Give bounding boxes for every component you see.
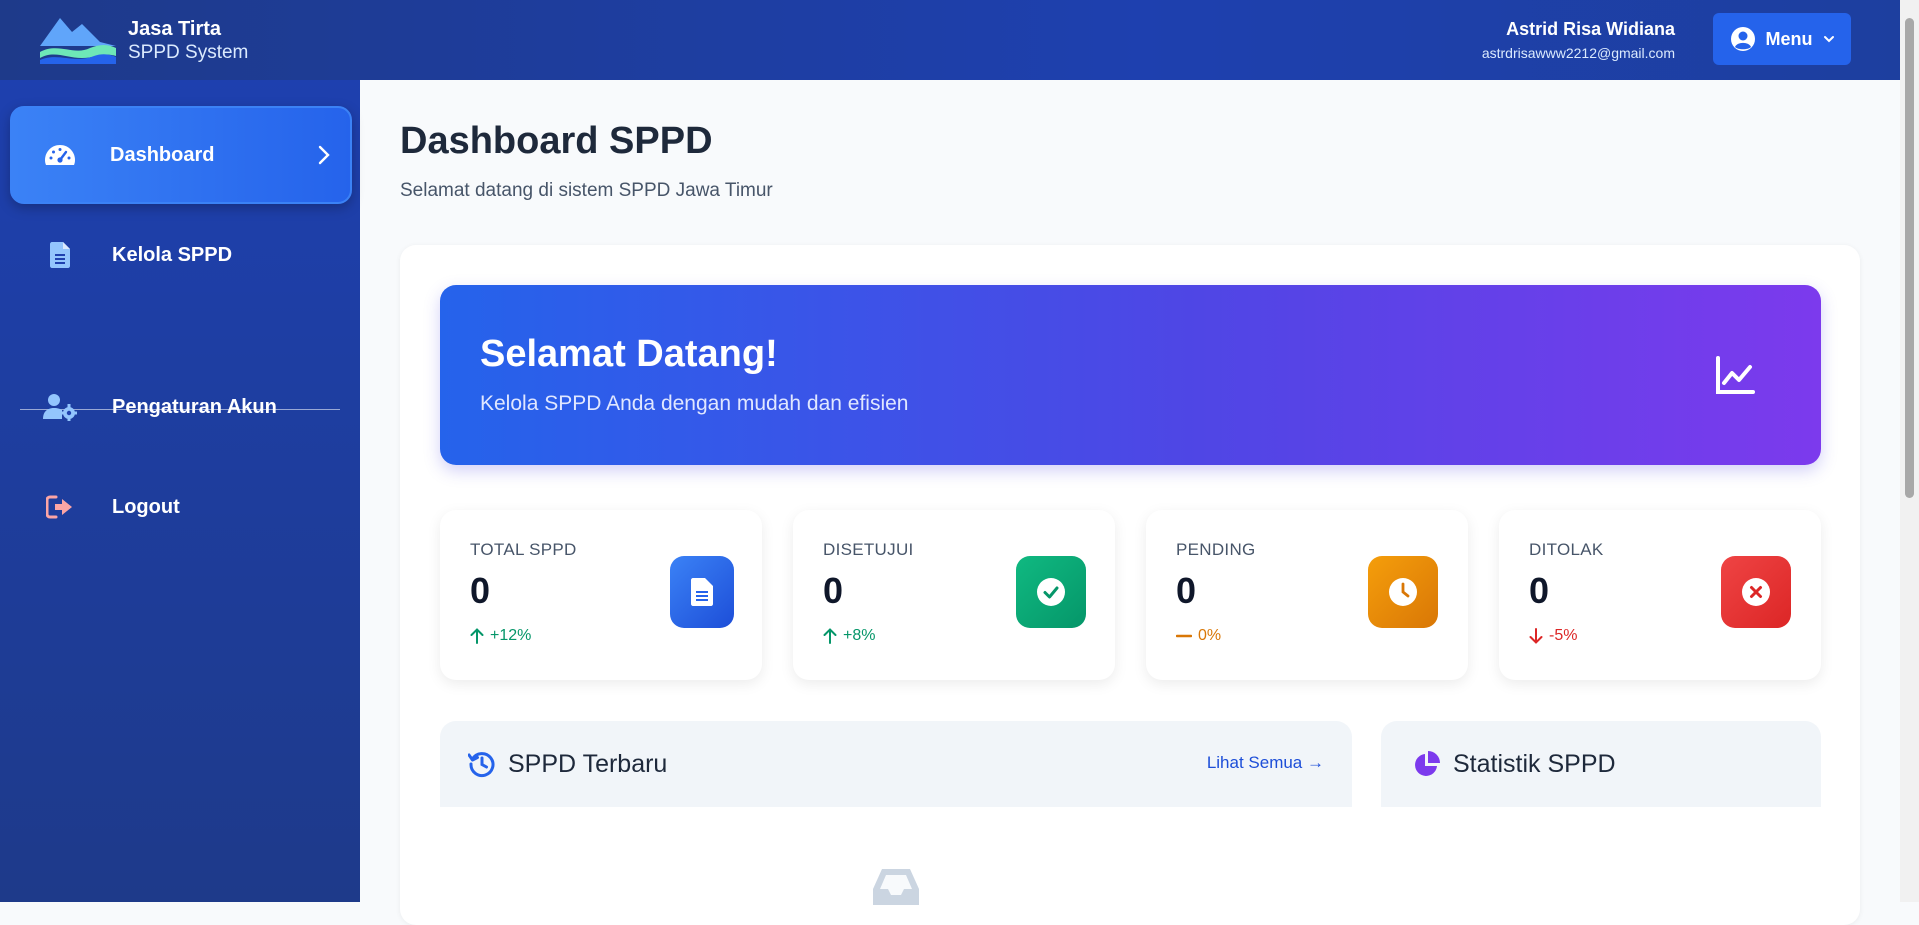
chart-line-icon: [1716, 356, 1755, 394]
page-subtitle: Selamat datang di sistem SPPD Jawa Timur: [400, 180, 773, 201]
welcome-banner: Selamat Datang! Kelola SPPD Anda dengan …: [440, 285, 1821, 465]
stat-label: PENDING: [1176, 540, 1256, 559]
top-bar: Jasa Tirta SPPD System Astrid Risa Widia…: [0, 0, 1900, 80]
chevron-right-icon: [318, 145, 330, 165]
user-circle-icon: [1730, 27, 1755, 51]
stat-value: 0: [470, 570, 491, 611]
welcome-title: Selamat Datang!: [480, 333, 778, 375]
page-title: Dashboard SPPD: [400, 120, 713, 162]
history-icon: [468, 752, 495, 778]
pie-chart-icon: [1415, 751, 1440, 776]
see-all-link[interactable]: Lihat Semua →: [1207, 753, 1324, 773]
user-email: astrdrisawww2212@gmail.com: [1481, 45, 1675, 61]
statistik-sppd-title: Statistik SPPD: [1453, 749, 1616, 778]
stat-trend-value: 0%: [1198, 627, 1222, 644]
arrow-down-icon: [1529, 628, 1543, 644]
stat-badge: [1368, 556, 1438, 628]
document-icon: [691, 578, 713, 606]
stat-card-pending: PENDING 0 0%: [1146, 510, 1468, 680]
brand-title: Jasa Tirta: [128, 18, 222, 40]
sidebar-item-pengaturan-akun[interactable]: Pengaturan Akun: [10, 360, 348, 454]
sidebar-item-label: Logout: [112, 495, 180, 518]
stat-trend: 0%: [1176, 627, 1221, 645]
statistik-sppd-body: [1381, 807, 1821, 902]
recent-sppd-title: SPPD Terbaru: [508, 749, 668, 778]
stat-trend: +12%: [470, 627, 531, 645]
jasa-tirta-logo[interactable]: [38, 12, 118, 66]
stat-trend: -5%: [1529, 627, 1577, 645]
chevron-down-icon: [1823, 36, 1834, 43]
user-settings-icon: [42, 393, 78, 421]
recent-sppd-header: SPPD Terbaru Lihat Semua →: [440, 721, 1352, 807]
stat-value: 0: [1529, 570, 1550, 611]
brand-subtitle: SPPD System: [128, 42, 249, 63]
stat-trend-value: -5%: [1549, 627, 1578, 644]
sidebar-item-label: Pengaturan Akun: [112, 395, 277, 418]
user-name: Astrid Risa Widiana: [1506, 19, 1675, 39]
sidebar: Dashboard Kelola SPPD Pengaturan Akun Lo…: [0, 80, 360, 902]
sidebar-item-kelola-sppd[interactable]: Kelola SPPD: [10, 208, 348, 302]
stat-card-total: TOTAL SPPD 0 +12%: [440, 510, 762, 680]
arrow-up-icon: [470, 628, 484, 644]
stat-card-disetujui: DISETUJUI 0 +8%: [793, 510, 1115, 680]
stat-badge: [1721, 556, 1791, 628]
clock-icon: [1389, 578, 1417, 606]
stat-trend-value: +8%: [843, 627, 876, 644]
statistik-sppd-header: Statistik SPPD: [1381, 721, 1821, 807]
minus-icon: [1176, 634, 1192, 638]
welcome-subtitle: Kelola SPPD Anda dengan mudah dan efisie…: [480, 392, 909, 415]
stat-value: 0: [823, 570, 844, 611]
stat-label: DITOLAK: [1529, 540, 1604, 559]
gauge-icon: [42, 143, 78, 167]
stat-trend-value: +12%: [490, 627, 532, 644]
stat-label: DISETUJUI: [823, 540, 914, 559]
sidebar-item-label: Kelola SPPD: [112, 243, 233, 266]
stat-badge: [670, 556, 734, 628]
recent-sppd-body: [440, 807, 1352, 905]
stat-badge: [1016, 556, 1086, 628]
stat-value: 0: [1176, 570, 1197, 611]
document-icon: [42, 242, 78, 268]
stat-card-ditolak: DITOLAK 0 -5%: [1499, 510, 1821, 680]
arrow-up-icon: [823, 628, 837, 644]
sidebar-item-label: Dashboard: [110, 143, 215, 166]
x-circle-icon: [1742, 578, 1770, 606]
stat-trend: +8%: [823, 627, 875, 645]
page-scrollbar-thumb[interactable]: [1905, 18, 1914, 498]
inbox-icon: [873, 869, 919, 905]
logout-icon: [42, 495, 78, 519]
stat-label: TOTAL SPPD: [470, 540, 577, 559]
sidebar-item-dashboard[interactable]: Dashboard: [10, 106, 352, 204]
check-circle-icon: [1037, 578, 1065, 606]
user-menu-button[interactable]: Menu: [1713, 13, 1851, 65]
menu-label: Menu: [1765, 28, 1813, 49]
sidebar-item-logout[interactable]: Logout: [10, 460, 348, 554]
